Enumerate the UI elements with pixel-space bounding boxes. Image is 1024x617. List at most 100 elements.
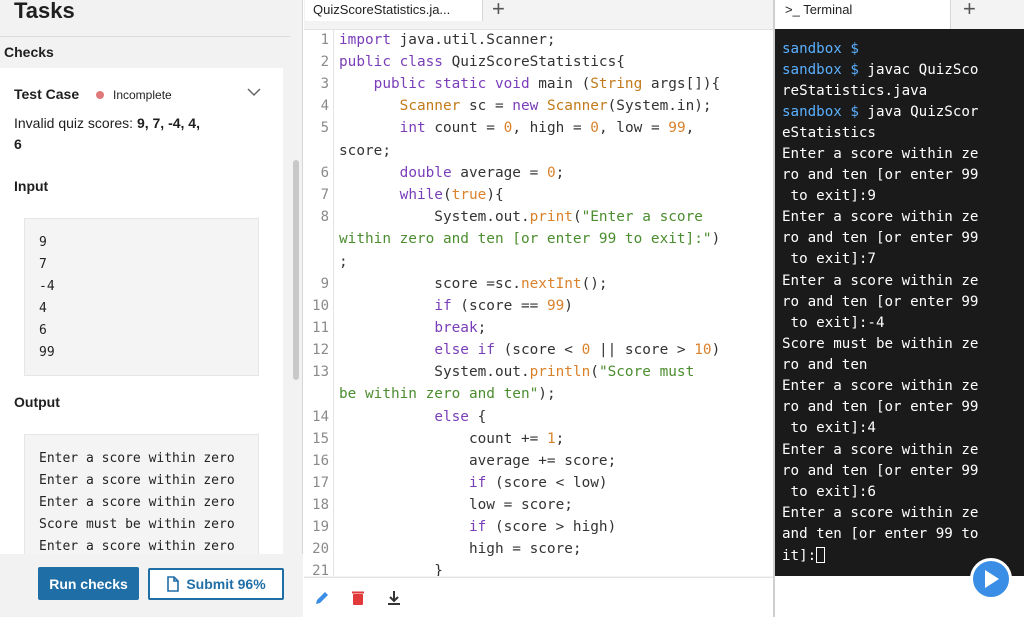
terminal-prompt: sandbox $ xyxy=(782,41,859,57)
code-line: if (score > high) xyxy=(468,519,617,535)
terminal-prompt: sandbox $ xyxy=(782,104,859,120)
test-case-header[interactable]: Test Case Incomplete xyxy=(14,86,270,106)
plus-icon[interactable]: + xyxy=(963,0,976,22)
run-checks-button[interactable]: Run checks xyxy=(38,567,139,600)
terminal-line: sandbox $ java QuizScor xyxy=(782,104,979,120)
code-editor-panel: QuizScoreStatistics.ja... + 1 2 3 4 5 6 … xyxy=(304,0,773,617)
terminal-line: and ten [or enter 99 to xyxy=(782,526,979,542)
divider xyxy=(0,36,290,37)
terminal-line: ro and ten [or enter 99 xyxy=(782,230,979,246)
terminal-line: sandbox $ xyxy=(782,41,859,57)
code-line: if (score == 99) xyxy=(434,298,573,314)
terminal-line: Enter a score within ze xyxy=(782,378,979,394)
play-button[interactable] xyxy=(970,558,1012,600)
code-line: score; xyxy=(339,143,391,159)
code-area[interactable]: 1 2 3 4 5 6 7 8 9 10 11 12 13 14 15 16 1… xyxy=(304,29,773,576)
download-icon[interactable] xyxy=(385,589,403,607)
terminal[interactable]: sandbox $ sandbox $ javac QuizSco reStat… xyxy=(775,29,1024,576)
test-case-label: Test Case xyxy=(14,86,80,102)
terminal-line: Enter a score within ze xyxy=(782,505,979,521)
terminal-line: sandbox $ javac QuizSco xyxy=(782,62,979,78)
trash-icon[interactable] xyxy=(349,589,367,607)
line-number: 14 xyxy=(312,409,329,425)
play-icon xyxy=(985,570,999,588)
line-number: 1 xyxy=(320,32,329,48)
code-line: } xyxy=(339,563,443,576)
code-line: System.out.print("Enter a score xyxy=(339,209,703,225)
line-number: 6 xyxy=(320,165,329,181)
code-line: break; xyxy=(434,320,487,336)
status-dot xyxy=(96,91,104,99)
code-line: be within zero and ten"); xyxy=(339,386,556,402)
line-number: 11 xyxy=(312,320,329,336)
input-line: -4 xyxy=(39,279,55,294)
test-case-values-cont: 6 xyxy=(14,136,22,152)
input-line: 6 xyxy=(39,323,47,338)
code-line: ; xyxy=(339,254,348,270)
line-number: 5 xyxy=(320,120,329,136)
code-line: System.out.println("Score must xyxy=(339,364,695,380)
terminal-line: ro and ten [or enter 99 xyxy=(782,294,979,310)
terminal-line: to exit]:4 xyxy=(782,420,876,436)
status-badge: Incomplete xyxy=(113,88,172,102)
code-line: if (score < low) xyxy=(468,475,608,491)
output-box: Enter a score within zero Enter a score … xyxy=(24,434,259,554)
code-line: else { xyxy=(434,409,487,425)
pencil-icon[interactable] xyxy=(313,589,331,607)
output-line: Enter a score within zero xyxy=(39,495,235,510)
code-line: else if (score < 0 || score > 10) xyxy=(434,342,721,358)
terminal-prompt: sandbox $ xyxy=(782,62,859,78)
terminal-line: Score must be within ze xyxy=(782,336,979,352)
input-line: 99 xyxy=(39,345,55,360)
input-heading: Input xyxy=(14,178,49,194)
line-number: 17 xyxy=(312,475,329,491)
input-line: 4 xyxy=(39,301,47,316)
code-line: within zero and ten [or enter 99 to exit… xyxy=(339,231,721,247)
code-line: low = score; xyxy=(339,497,573,513)
output-heading: Output xyxy=(14,394,60,410)
code-line: average += score; xyxy=(339,453,617,469)
test-case-values: 9, 7, -4, 4, xyxy=(136,115,200,131)
tab-editor-file[interactable]: QuizScoreStatistics.ja... xyxy=(305,0,483,21)
line-number: 8 xyxy=(320,209,329,225)
line-number: 4 xyxy=(320,98,329,114)
tab-terminal[interactable]: >_ Terminal xyxy=(775,0,951,29)
terminal-line: it]: xyxy=(782,547,826,564)
line-number: 16 xyxy=(312,453,329,469)
terminal-line: eStatistics xyxy=(782,125,876,141)
scrollbar[interactable] xyxy=(293,160,299,380)
line-number: 12 xyxy=(312,342,329,358)
line-number: 9 xyxy=(320,276,329,292)
output-line: Enter a score within zero xyxy=(39,539,235,554)
submit-label: Submit 96% xyxy=(186,576,266,592)
submit-button[interactable]: Submit 96% xyxy=(148,568,284,600)
checks-scroll-area[interactable]: Test Case Incomplete Invalid quiz scores… xyxy=(0,68,283,554)
tab-label: >_ Terminal xyxy=(785,2,853,17)
terminal-line: Enter a score within ze xyxy=(782,209,979,225)
tasks-title: Tasks xyxy=(14,0,75,23)
terminal-line: Enter a score within ze xyxy=(782,273,979,289)
tasks-panel: Tasks Checks Test Case Incomplete Invali… xyxy=(0,0,303,617)
terminal-line: ro and ten [or enter 99 xyxy=(782,463,979,479)
terminal-line: ro and ten xyxy=(782,357,868,373)
code-line: import java.util.Scanner; xyxy=(339,32,556,48)
line-number: 18 xyxy=(312,497,329,513)
terminal-line: ro and ten [or enter 99 xyxy=(782,167,979,183)
code-line: public class QuizScoreStatistics{ xyxy=(339,54,625,70)
code-line: score =sc.nextInt(); xyxy=(339,276,608,292)
terminal-line: to exit]:-4 xyxy=(782,315,885,331)
code-line: while(true){ xyxy=(399,187,504,203)
terminal-line: Enter a score within ze xyxy=(782,146,979,162)
editor-toolbar xyxy=(304,577,773,617)
code-line: Scanner sc = new Scanner(System.in); xyxy=(399,98,712,114)
line-number: 21 xyxy=(312,563,329,576)
chevron-down-icon[interactable] xyxy=(246,84,262,100)
terminal-line: Enter a score within ze xyxy=(782,442,979,458)
test-case-description: Invalid quiz scores: 9, 7, -4, 4, 6 xyxy=(14,113,254,155)
line-number: 13 xyxy=(312,364,329,380)
line-number: 2 xyxy=(320,54,329,70)
line-number: 19 xyxy=(312,519,329,535)
plus-icon[interactable]: + xyxy=(492,0,505,22)
terminal-cursor xyxy=(816,547,826,563)
code-line: high = score; xyxy=(339,541,582,557)
